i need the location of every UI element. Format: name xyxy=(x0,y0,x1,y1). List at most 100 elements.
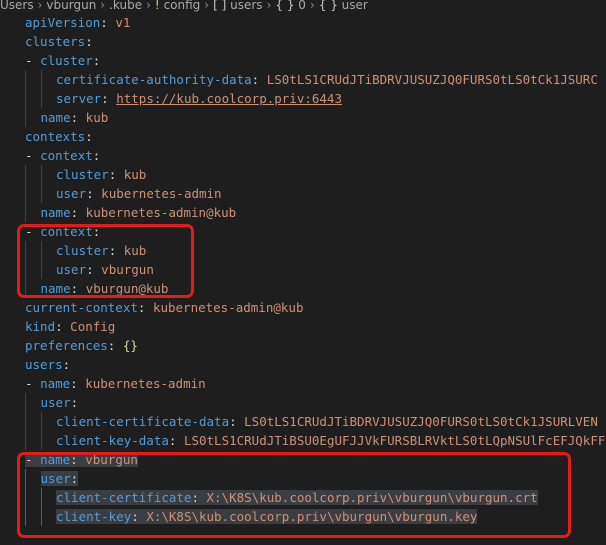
yaml-key: client-certificate xyxy=(56,490,192,505)
yaml-value: Config xyxy=(70,319,116,334)
code-line[interactable]: client-certificate-data: LS0tLS1CRUdJTiB… xyxy=(0,412,606,431)
yaml-value-link[interactable]: https://kub.coolcorp.priv:6443 xyxy=(116,91,342,106)
code-line[interactable]: cluster: kub xyxy=(0,165,606,184)
yaml-key: context xyxy=(40,224,93,239)
code-line[interactable]: - context: xyxy=(0,222,606,241)
yaml-value: kubernetes-admin xyxy=(101,186,222,201)
colon: : xyxy=(168,433,177,448)
breadcrumb-item-vburgun[interactable]: vburgun xyxy=(46,0,96,12)
code-line[interactable]: user: xyxy=(0,469,606,488)
breadcrumb-item-kube[interactable]: .kube xyxy=(109,0,142,12)
braces-icon: { } xyxy=(318,0,338,12)
chevron-right-icon: › xyxy=(309,0,315,12)
code-content: user: xyxy=(40,469,79,488)
code-content: cluster: kub xyxy=(56,165,146,184)
code-line[interactable]: users: xyxy=(0,355,606,374)
code-content: name: vburgun@kub xyxy=(41,279,169,298)
brackets-icon: [ ] xyxy=(213,0,227,12)
breadcrumb-item-users[interactable]: Users xyxy=(0,0,34,12)
yaml-key: client-key-data xyxy=(56,433,169,448)
breadcrumb: Users › vburgun › .kube ›! config ›[ ] users ›{… xyxy=(0,0,606,14)
breadcrumb-item-index[interactable]: 0 xyxy=(298,0,306,12)
indent-guide xyxy=(40,488,42,507)
yaml-key: context xyxy=(40,148,93,163)
yaml-value: LS0tLS1CRUdJTiBSU0EgUFJJVkFURSBLRVktLS0t… xyxy=(183,433,606,448)
colon: : xyxy=(70,205,79,220)
code-line[interactable]: - cluster: xyxy=(0,51,606,70)
code-line[interactable]: name: kub xyxy=(0,108,606,127)
code-content: client-key: X:\K8S\kub.coolcorp.priv\vbu… xyxy=(56,507,478,526)
colon: : xyxy=(70,471,79,486)
breadcrumb-item-config[interactable]: config xyxy=(164,0,201,12)
code-content: name: kubernetes-admin@kub xyxy=(41,203,237,222)
code-line[interactable]: clusters: xyxy=(0,32,606,51)
colon: : xyxy=(55,319,63,334)
indent-guide xyxy=(25,70,26,89)
colon: : xyxy=(70,376,78,391)
colon: : xyxy=(86,186,94,201)
indent-guide xyxy=(25,507,26,526)
code-line[interactable]: current-context: kubernetes-admin@kub xyxy=(0,298,606,317)
code-line[interactable]: client-key-data: LS0tLS1CRUdJTiBSU0EgUFJ… xyxy=(0,431,606,450)
code-content: contexts: xyxy=(25,127,93,146)
indent-guide xyxy=(40,412,42,431)
yaml-key: cluster xyxy=(56,243,109,258)
yaml-key: clusters xyxy=(25,34,86,49)
code-line[interactable]: - name: kubernetes-admin xyxy=(0,374,606,393)
colon: : xyxy=(62,357,71,372)
chevron-right-icon: › xyxy=(204,0,210,12)
yaml-value: X:\K8S\kub.coolcorp.priv\vburgun\vburgun… xyxy=(206,490,538,505)
code-line[interactable]: user: xyxy=(0,393,606,412)
code-line[interactable]: server: https://kub.coolcorp.priv:6443 xyxy=(0,89,606,108)
yaml-key: cluster xyxy=(56,167,109,182)
colon: : xyxy=(70,395,79,410)
colon: : xyxy=(251,72,260,87)
code-line[interactable]: name: vburgun@kub xyxy=(0,279,606,298)
code-content: certificate-authority-data: LS0tLS1CRUdJ… xyxy=(56,70,598,89)
colon: : xyxy=(108,167,117,182)
code-content: clusters: xyxy=(25,32,93,51)
list-dash: - xyxy=(25,148,41,163)
exclamation-icon: ! xyxy=(154,0,160,12)
code-content: - context: xyxy=(25,146,100,165)
code-editor[interactable]: apiVersion: v1 clusters: - cluster: certifi… xyxy=(0,13,606,526)
yaml-value: kubernetes-admin xyxy=(85,376,206,391)
yaml-value: {} xyxy=(122,338,138,353)
code-line[interactable]: cluster: kub xyxy=(0,241,606,260)
code-line[interactable]: apiVersion: v1 xyxy=(0,13,606,32)
braces-icon: { } xyxy=(275,0,295,12)
code-line[interactable]: contexts: xyxy=(0,127,606,146)
indent-guide xyxy=(40,431,42,450)
colon: : xyxy=(137,300,146,315)
code-line[interactable]: user: kubernetes-admin xyxy=(0,184,606,203)
code-content: preferences: {} xyxy=(25,336,138,355)
yaml-value: vburgun@kub xyxy=(85,281,169,296)
code-line[interactable]: - name: vburgun xyxy=(0,450,606,469)
breadcrumb-item-users-key[interactable]: users xyxy=(230,0,262,12)
yaml-key: certificate-authority-data xyxy=(56,72,252,87)
colon: : xyxy=(229,414,237,429)
colon: : xyxy=(70,452,78,467)
yaml-value: v1 xyxy=(115,15,131,30)
yaml-key: name xyxy=(40,205,71,220)
code-line[interactable]: certificate-authority-data: LS0tLS1CRUdJ… xyxy=(0,70,606,89)
code-line[interactable]: preferences: {} xyxy=(0,336,606,355)
code-line[interactable]: - context: xyxy=(0,146,606,165)
code-line[interactable]: client-key: X:\K8S\kub.coolcorp.priv\vbu… xyxy=(0,507,606,526)
yaml-key: name xyxy=(40,281,71,296)
yaml-key: server xyxy=(56,91,102,106)
code-line[interactable]: name: kubernetes-admin@kub xyxy=(0,203,606,222)
code-content: user: kubernetes-admin xyxy=(56,184,222,203)
code-content: cluster: kub xyxy=(56,241,146,260)
yaml-key: user xyxy=(40,395,71,410)
colon: : xyxy=(70,110,79,125)
breadcrumb-item-user[interactable]: user xyxy=(342,0,368,12)
code-line[interactable]: kind: Config xyxy=(0,317,606,336)
code-content: apiVersion: v1 xyxy=(25,13,130,32)
yaml-key: contexts xyxy=(25,129,86,144)
indent-guide xyxy=(40,507,42,526)
colon: : xyxy=(70,281,79,296)
list-dash: - xyxy=(25,452,41,467)
code-line[interactable]: client-certificate: X:\K8S\kub.coolcorp.… xyxy=(0,488,606,507)
code-line[interactable]: user: vburgun xyxy=(0,260,606,279)
